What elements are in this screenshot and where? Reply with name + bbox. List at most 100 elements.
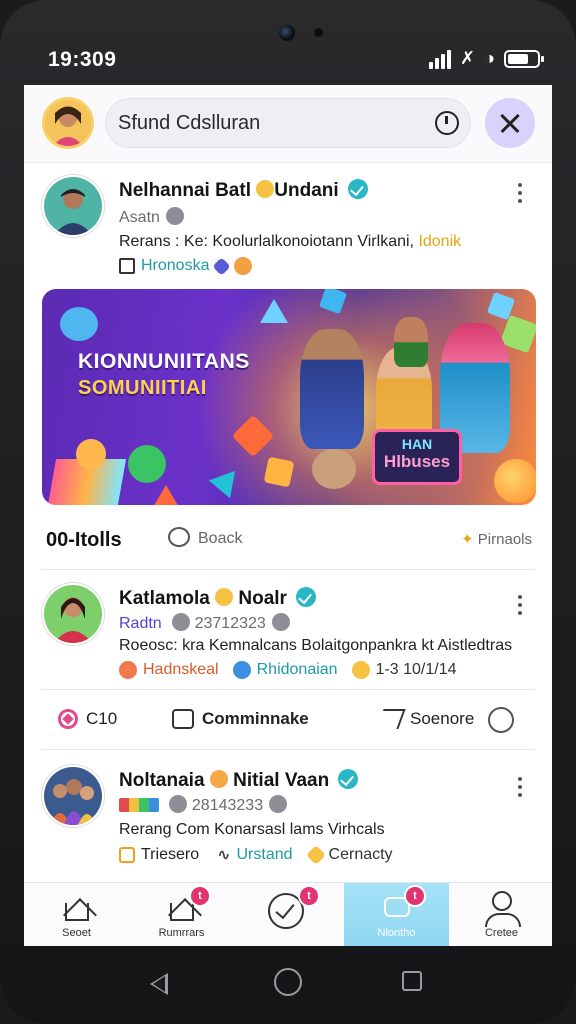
notification-badge: t <box>298 885 320 907</box>
search-bar[interactable]: Sfund Cdslluran <box>105 98 471 148</box>
post-tags: Hadnskeal Rhidonaian 1-3 10/1/14 <box>119 661 457 679</box>
more-options-icon[interactable] <box>514 595 526 619</box>
close-button[interactable] <box>485 98 535 148</box>
nav-activity[interactable]: t <box>234 883 339 946</box>
heart-emoji-icon <box>305 845 326 865</box>
checkbox-icon[interactable] <box>119 258 135 274</box>
post-description: Roeosc: kra Kemnalcans Bolaitgonpankra k… <box>119 637 513 654</box>
heart-icon <box>58 709 78 729</box>
post-tags: Triesero ∿ Urstand Cernacty <box>119 845 393 865</box>
home-icon <box>65 903 89 921</box>
post-description: Rerang Com Konarsasl lams Virhcals <box>119 821 385 838</box>
search-input[interactable]: Sfund Cdslluran <box>118 112 260 135</box>
person-figure <box>312 449 356 489</box>
link-icon <box>172 613 191 631</box>
history-icon[interactable] <box>435 111 459 135</box>
share-button[interactable]: Soenore <box>376 709 474 729</box>
proximity-sensor <box>314 28 323 37</box>
comment-label[interactable]: Boack <box>198 530 242 548</box>
tag-link[interactable]: Urstand <box>237 846 293 864</box>
triangle-icon <box>260 299 288 323</box>
mute-icon: ✗ <box>460 48 476 68</box>
pin-label[interactable]: ✦ Pirnaols <box>461 530 532 548</box>
comment-icon[interactable] <box>168 527 190 547</box>
post-author-name[interactable]: Katlamola Noalr <box>119 587 317 610</box>
divider <box>42 749 534 750</box>
post-stats: 00-Itolls Boack ✦ Pirnaols <box>24 521 552 555</box>
back-icon[interactable] <box>150 973 168 995</box>
profile-avatar[interactable] <box>42 97 94 149</box>
tag-link[interactable]: Triesero <box>141 846 199 864</box>
tag-link[interactable]: Hadnskeal <box>143 661 219 679</box>
tag-link[interactable]: Rhidonaian <box>257 661 338 679</box>
post-description: Rerans : Ke: Koolurlalkonoiotann Virlkan… <box>119 233 462 250</box>
smile-emoji-icon <box>351 661 370 679</box>
chevron-right-icon <box>271 613 290 631</box>
top-bar: Sfund Cdslluran <box>24 85 552 163</box>
tag-link[interactable]: Cernacty <box>329 846 393 864</box>
status-time: 19:309 <box>48 48 117 71</box>
reaction-count[interactable]: 00-Itolls <box>46 529 122 552</box>
more-options-icon[interactable] <box>514 777 526 801</box>
nav-communities[interactable]: t Rumrrars <box>129 883 234 946</box>
verified-icon <box>338 769 359 789</box>
ball-icon <box>494 459 536 503</box>
bookmark-icon[interactable] <box>488 707 514 733</box>
mascot-icon <box>60 307 98 341</box>
mascot-icon <box>76 439 106 469</box>
app-screen: Sfund Cdslluran Nelhannai Batl Undani As… <box>24 85 552 946</box>
post-author-name[interactable]: Noltanaia Nitial Vaan <box>119 769 359 792</box>
recent-apps-icon[interactable] <box>402 971 422 991</box>
smile-emoji-icon <box>209 770 228 788</box>
verified-icon <box>347 179 368 199</box>
triangle-icon <box>152 485 180 505</box>
tag-link[interactable]: Hronoska <box>141 257 209 275</box>
profile-icon <box>485 891 521 927</box>
comment-button[interactable]: Comminnake <box>172 709 309 729</box>
community-icon <box>170 903 194 921</box>
person-figure <box>394 317 428 367</box>
battery-icon <box>504 49 544 68</box>
banner-sign: HAN Hlbuses <box>372 429 462 485</box>
person-figure <box>300 329 364 449</box>
check-icon <box>232 661 251 679</box>
front-camera <box>279 25 295 41</box>
wifi-icon: ◑ <box>484 48 495 68</box>
divider <box>42 569 534 570</box>
tag-date: 1-3 10/1/14 <box>375 661 457 678</box>
post-author-avatar[interactable] <box>42 583 104 645</box>
verified-icon <box>296 587 317 607</box>
smile-emoji-icon <box>256 180 275 198</box>
die-icon <box>263 456 295 488</box>
nav-home[interactable]: Seoet <box>24 883 129 946</box>
share-icon <box>376 709 406 729</box>
post-subtitle: Asatn <box>119 207 184 227</box>
smile-emoji-icon <box>215 588 234 606</box>
system-navigation <box>0 946 576 1024</box>
color-bars-icon <box>119 798 159 812</box>
nav-messages[interactable]: t Nlontho <box>344 883 449 946</box>
notification-badge: t <box>189 885 211 907</box>
heart-emoji-icon <box>212 256 232 276</box>
ball-icon <box>128 445 166 483</box>
more-options-icon[interactable] <box>514 183 526 207</box>
divider <box>42 689 534 690</box>
post-author-avatar[interactable] <box>42 175 104 237</box>
post-actions: C10 Comminnake Soenore <box>24 697 552 745</box>
bottom-navigation: Seoet t Rumrrars t t Nlontho Cretee <box>24 882 552 946</box>
status-bar: 19:309 ✗ ◑ <box>48 46 544 74</box>
community-banner[interactable]: KIONNUNIITANS SOMUNIITIAI HAN Hlbuses <box>42 289 536 505</box>
post-author-name[interactable]: Nelhannai Batl Undani <box>119 179 368 202</box>
link-icon: ∿ <box>217 847 231 864</box>
post-subtitle: Radtn 23712323 <box>119 613 290 633</box>
comment-icon <box>172 709 194 729</box>
like-button[interactable]: C10 <box>58 709 117 729</box>
post-author-avatar[interactable] <box>42 765 104 827</box>
phone-frame: 19:309 ✗ ◑ Sfund Cdslluran Nelhannai Bat… <box>0 0 576 1024</box>
chevron-right-icon <box>165 207 184 225</box>
nav-profile[interactable]: Cretee <box>449 883 552 946</box>
face-emoji-icon <box>234 257 253 275</box>
tag-icon <box>119 847 135 863</box>
home-circle-icon[interactable] <box>274 968 302 996</box>
post-tags: Hronoska <box>119 256 253 276</box>
